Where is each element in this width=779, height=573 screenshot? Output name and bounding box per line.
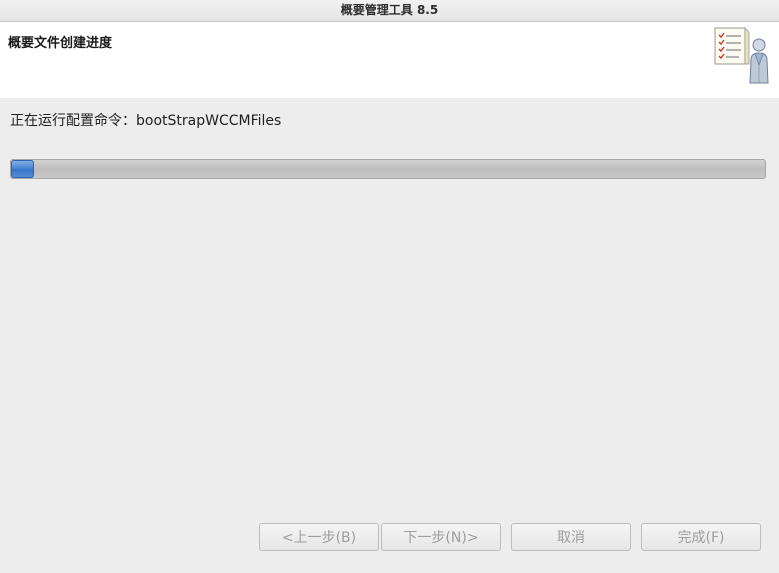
- window-title: 概要管理工具 8.5: [340, 3, 439, 17]
- wizard-header-banner: 概要文件创建进度: [0, 22, 779, 98]
- status-message: 正在运行配置命令：bootStrapWCCMFiles: [10, 113, 282, 129]
- next-button[interactable]: 下一步(N)>: [381, 523, 501, 551]
- progress-bar: [10, 159, 766, 179]
- cancel-button[interactable]: 取消: [511, 523, 631, 551]
- page-title: 概要文件创建进度: [8, 36, 113, 51]
- back-button[interactable]: <上一步(B): [259, 523, 379, 551]
- finish-button[interactable]: 完成(F): [641, 523, 761, 551]
- wizard-window: 概要管理工具 8.5 概要文件创建进度 正在运行配置命令：bootStrapWC…: [0, 0, 779, 573]
- progress-bar-fill: [11, 160, 34, 178]
- window-titlebar: 概要管理工具 8.5: [0, 0, 779, 22]
- checklist-user-icon: [714, 27, 769, 84]
